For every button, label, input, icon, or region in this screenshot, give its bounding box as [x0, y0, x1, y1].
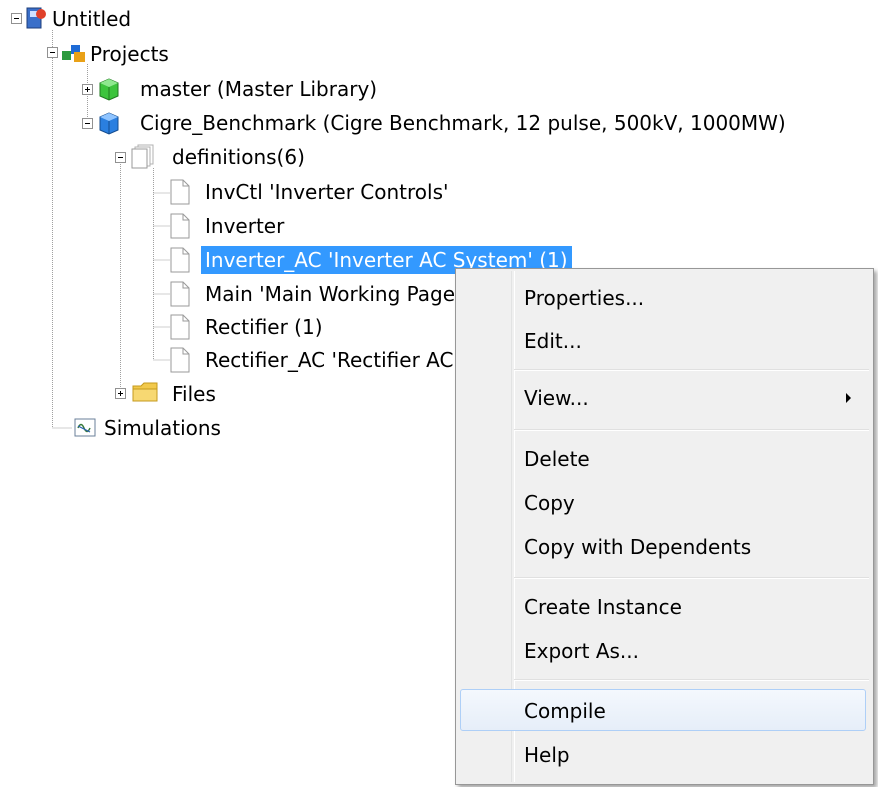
- menu-item-properties[interactable]: Properties...: [456, 277, 873, 319]
- menu-item-export-as[interactable]: Export As...: [456, 630, 873, 672]
- collapse-toggle-cigre[interactable]: [82, 118, 93, 129]
- collapse-toggle-root[interactable]: [11, 13, 22, 24]
- project-cube-blue-icon: [99, 112, 119, 135]
- tree-node-definition[interactable]: Rectifier (1): [201, 313, 327, 341]
- menu-item-label: Delete: [524, 447, 590, 471]
- collapse-toggle-projects[interactable]: [47, 47, 58, 58]
- menu-separator: [514, 369, 869, 371]
- tree-node-definitions[interactable]: definitions(6): [168, 143, 309, 171]
- menu-item-create-instance[interactable]: Create Instance: [456, 586, 873, 628]
- menu-item-label: Create Instance: [524, 595, 682, 619]
- document-stack-icon: [131, 144, 154, 169]
- collapse-toggle-definitions[interactable]: [115, 152, 126, 163]
- menu-item-compile[interactable]: Compile: [460, 689, 866, 731]
- document-icon: [170, 347, 190, 373]
- document-icon: [170, 247, 190, 273]
- menu-item-label: Export As...: [524, 639, 639, 663]
- menu-item-edit[interactable]: Edit...: [456, 320, 873, 362]
- library-cube-green-icon: [99, 78, 119, 101]
- tree-node-files[interactable]: Files: [168, 380, 220, 408]
- submenu-arrow-icon: [846, 393, 851, 403]
- tree-node-projects[interactable]: Projects: [86, 40, 173, 68]
- menu-item-label: Copy with Dependents: [524, 535, 752, 559]
- tree-node-simulations[interactable]: Simulations: [100, 414, 225, 442]
- tree-node-definition[interactable]: InvCtl 'Inverter Controls': [201, 178, 453, 206]
- menu-separator: [514, 577, 869, 579]
- document-icon: [170, 314, 190, 340]
- tree-node-cigre-benchmark[interactable]: Cigre_Benchmark (Cigre Benchmark, 12 pul…: [136, 109, 790, 137]
- menu-item-label: Help: [524, 743, 570, 767]
- document-icon: [170, 213, 190, 239]
- menu-item-label: Edit...: [524, 329, 582, 353]
- menu-item-delete[interactable]: Delete: [456, 438, 873, 480]
- menu-item-label: Compile: [524, 699, 606, 723]
- menu-item-label: View...: [524, 386, 589, 410]
- menu-item-copy[interactable]: Copy: [456, 482, 873, 524]
- document-icon: [170, 179, 190, 205]
- tree-node-master[interactable]: master (Master Library): [136, 75, 381, 103]
- expand-toggle-files[interactable]: [115, 388, 126, 399]
- folder-icon: [132, 382, 158, 402]
- menu-item-label: Copy: [524, 491, 575, 515]
- menu-item-view[interactable]: View...: [456, 377, 873, 419]
- tree-node-definition[interactable]: Main 'Main Working Page': [201, 280, 465, 308]
- menu-separator: [514, 679, 869, 681]
- menu-item-help[interactable]: Help: [456, 734, 873, 776]
- expand-toggle-master[interactable]: [82, 84, 93, 95]
- projects-icon: [62, 45, 85, 62]
- menu-item-label: Properties...: [524, 286, 645, 310]
- menu-separator: [514, 429, 869, 431]
- simulation-icon: [74, 418, 96, 437]
- tree-node-definition[interactable]: Inverter: [201, 212, 288, 240]
- document-icon: [170, 281, 190, 307]
- context-menu: Properties... Edit... View... Delete Cop…: [455, 268, 874, 785]
- menu-item-copy-with-dependents[interactable]: Copy with Dependents: [456, 526, 873, 568]
- workspace-icon: [26, 7, 46, 29]
- tree-node-untitled[interactable]: Untitled: [48, 5, 135, 33]
